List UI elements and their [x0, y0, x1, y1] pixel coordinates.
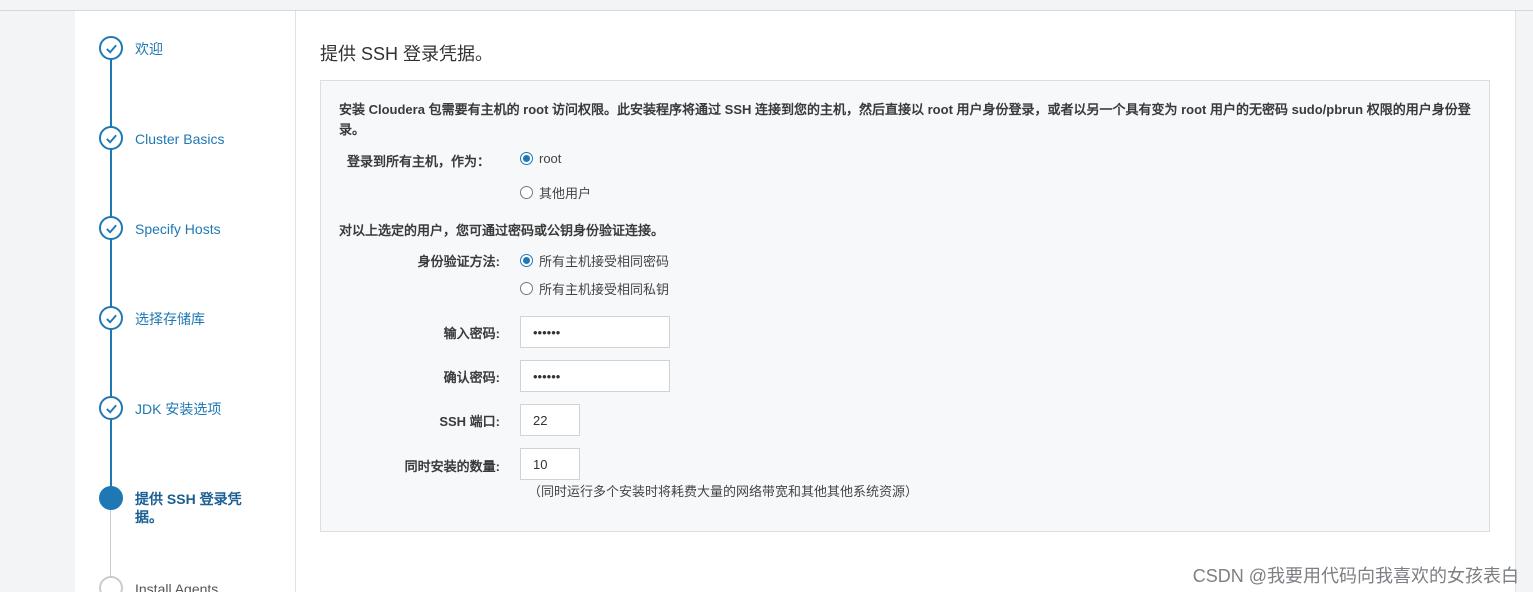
radio-label: root: [539, 151, 562, 166]
concurrency-hint: （同时运行多个安装时将耗费大量的网络带宽和其他其他系统资源）: [528, 484, 919, 499]
current-step-icon: [99, 486, 123, 510]
page-title: 提供 SSH 登录凭据。: [320, 44, 494, 64]
step-label: JDK 安装选项: [135, 401, 222, 417]
password-input[interactable]: ••••••: [520, 316, 670, 348]
check-icon: [99, 396, 123, 420]
ssh-port-label: SSH 端口:: [439, 414, 500, 429]
step-label: Cluster Basics: [135, 131, 225, 147]
check-icon: [99, 36, 123, 60]
auth-password-radio[interactable]: 所有主机接受相同密码: [520, 251, 669, 270]
check-icon: [99, 126, 123, 150]
radio-selected-icon: [520, 254, 533, 267]
concurrency-label: 同时安装的数量:: [404, 459, 500, 474]
step-label: Install Agents: [135, 581, 219, 592]
radio-unselected-icon: [520, 282, 533, 295]
step-label: Specify Hosts: [135, 221, 221, 237]
auth-method-label: 身份验证方法:: [417, 254, 500, 269]
check-icon: [99, 306, 123, 330]
auth-private-key-radio[interactable]: 所有主机接受相同私钥: [520, 279, 669, 298]
step-label: 欢迎: [135, 41, 163, 57]
confirm-password-label: 确认密码:: [443, 370, 500, 385]
radio-unselected-icon: [520, 186, 533, 199]
confirm-password-input[interactable]: ••••••: [520, 360, 670, 392]
password-label: 输入密码:: [443, 326, 500, 341]
intro-text: 安装 Cloudera 包需要有主机的 root 访问权限。此安装程序将通过 S…: [339, 102, 1471, 137]
progress-line: [110, 48, 112, 498]
login-as-label: 登录到所有主机，作为：: [346, 154, 490, 169]
radio-label: 所有主机接受相同密码: [539, 254, 670, 269]
concurrency-input[interactable]: 10: [520, 448, 580, 480]
radio-label: 其他用户: [539, 186, 592, 201]
radio-label: 所有主机接受相同私钥: [539, 282, 670, 297]
auth-intro-text: 对以上选定的用户，您可通过密码或公钥身份验证连接。: [339, 223, 665, 238]
step-label: 提供 SSH 登录凭据。: [135, 491, 242, 525]
check-icon: [99, 216, 123, 240]
watermark: CSDN @我要用代码向我喜欢的女孩表白: [1192, 566, 1519, 586]
login-other-user-radio[interactable]: 其他用户: [520, 183, 591, 202]
step-label: 选择存储库: [135, 311, 205, 327]
ssh-port-input[interactable]: 22: [520, 404, 580, 436]
radio-selected-icon: [520, 152, 533, 165]
progress-line-pending: [110, 510, 111, 580]
login-root-radio[interactable]: root: [520, 151, 561, 166]
